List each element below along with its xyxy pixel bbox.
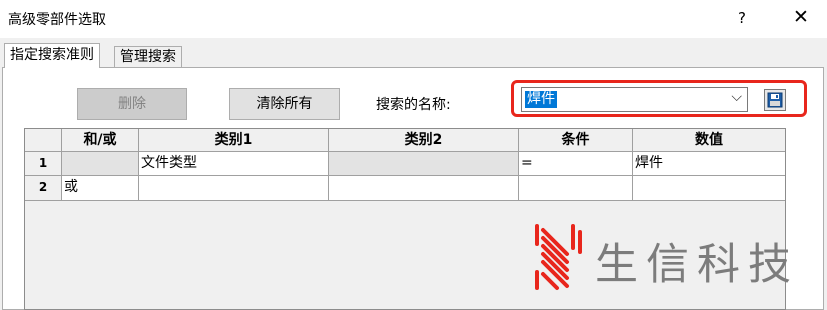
row-header[interactable]: 2 (25, 176, 62, 201)
row-header[interactable]: 1 (25, 152, 62, 176)
search-name-label: 搜索的名称: (376, 97, 451, 113)
window-title: 高级零部件选取 (8, 12, 106, 28)
cell-and-or[interactable]: 或 (62, 176, 139, 201)
watermark-logo: 生信科技 (527, 222, 817, 302)
column-header-category2[interactable]: 类别2 (329, 129, 519, 152)
cell-value[interactable]: 焊件 (633, 152, 785, 176)
column-header-condition[interactable]: 条件 (519, 129, 633, 152)
tab-manage-searches[interactable]: 管理搜索 (114, 46, 182, 68)
grid-corner (25, 129, 62, 152)
search-name-highlight-box (511, 80, 807, 117)
help-button[interactable]: ? (738, 9, 746, 27)
title-bar: 高级零部件选取 ? ✕ (0, 0, 827, 38)
cell-value[interactable] (633, 176, 785, 201)
column-header-value[interactable]: 数值 (633, 129, 785, 152)
clear-all-button[interactable]: 清除所有 (229, 88, 340, 120)
close-button[interactable]: ✕ (793, 6, 809, 28)
cell-category1[interactable]: 文件类型 (139, 152, 329, 176)
cell-category1[interactable] (139, 176, 329, 201)
cell-condition[interactable] (519, 176, 633, 201)
tab-specify-criteria[interactable]: 指定搜索准则 (4, 43, 100, 68)
cell-category2[interactable] (329, 176, 519, 201)
watermark-text: 生信科技 (595, 240, 799, 290)
column-header-category1[interactable]: 类别1 (139, 129, 329, 152)
cell-and-or[interactable] (62, 152, 139, 176)
cell-category2[interactable] (329, 152, 519, 176)
brand-logo-icon (535, 224, 582, 290)
column-header-and-or[interactable]: 和/或 (62, 129, 139, 152)
delete-button[interactable]: 删除 (77, 88, 187, 120)
cell-condition[interactable]: = (519, 152, 633, 176)
